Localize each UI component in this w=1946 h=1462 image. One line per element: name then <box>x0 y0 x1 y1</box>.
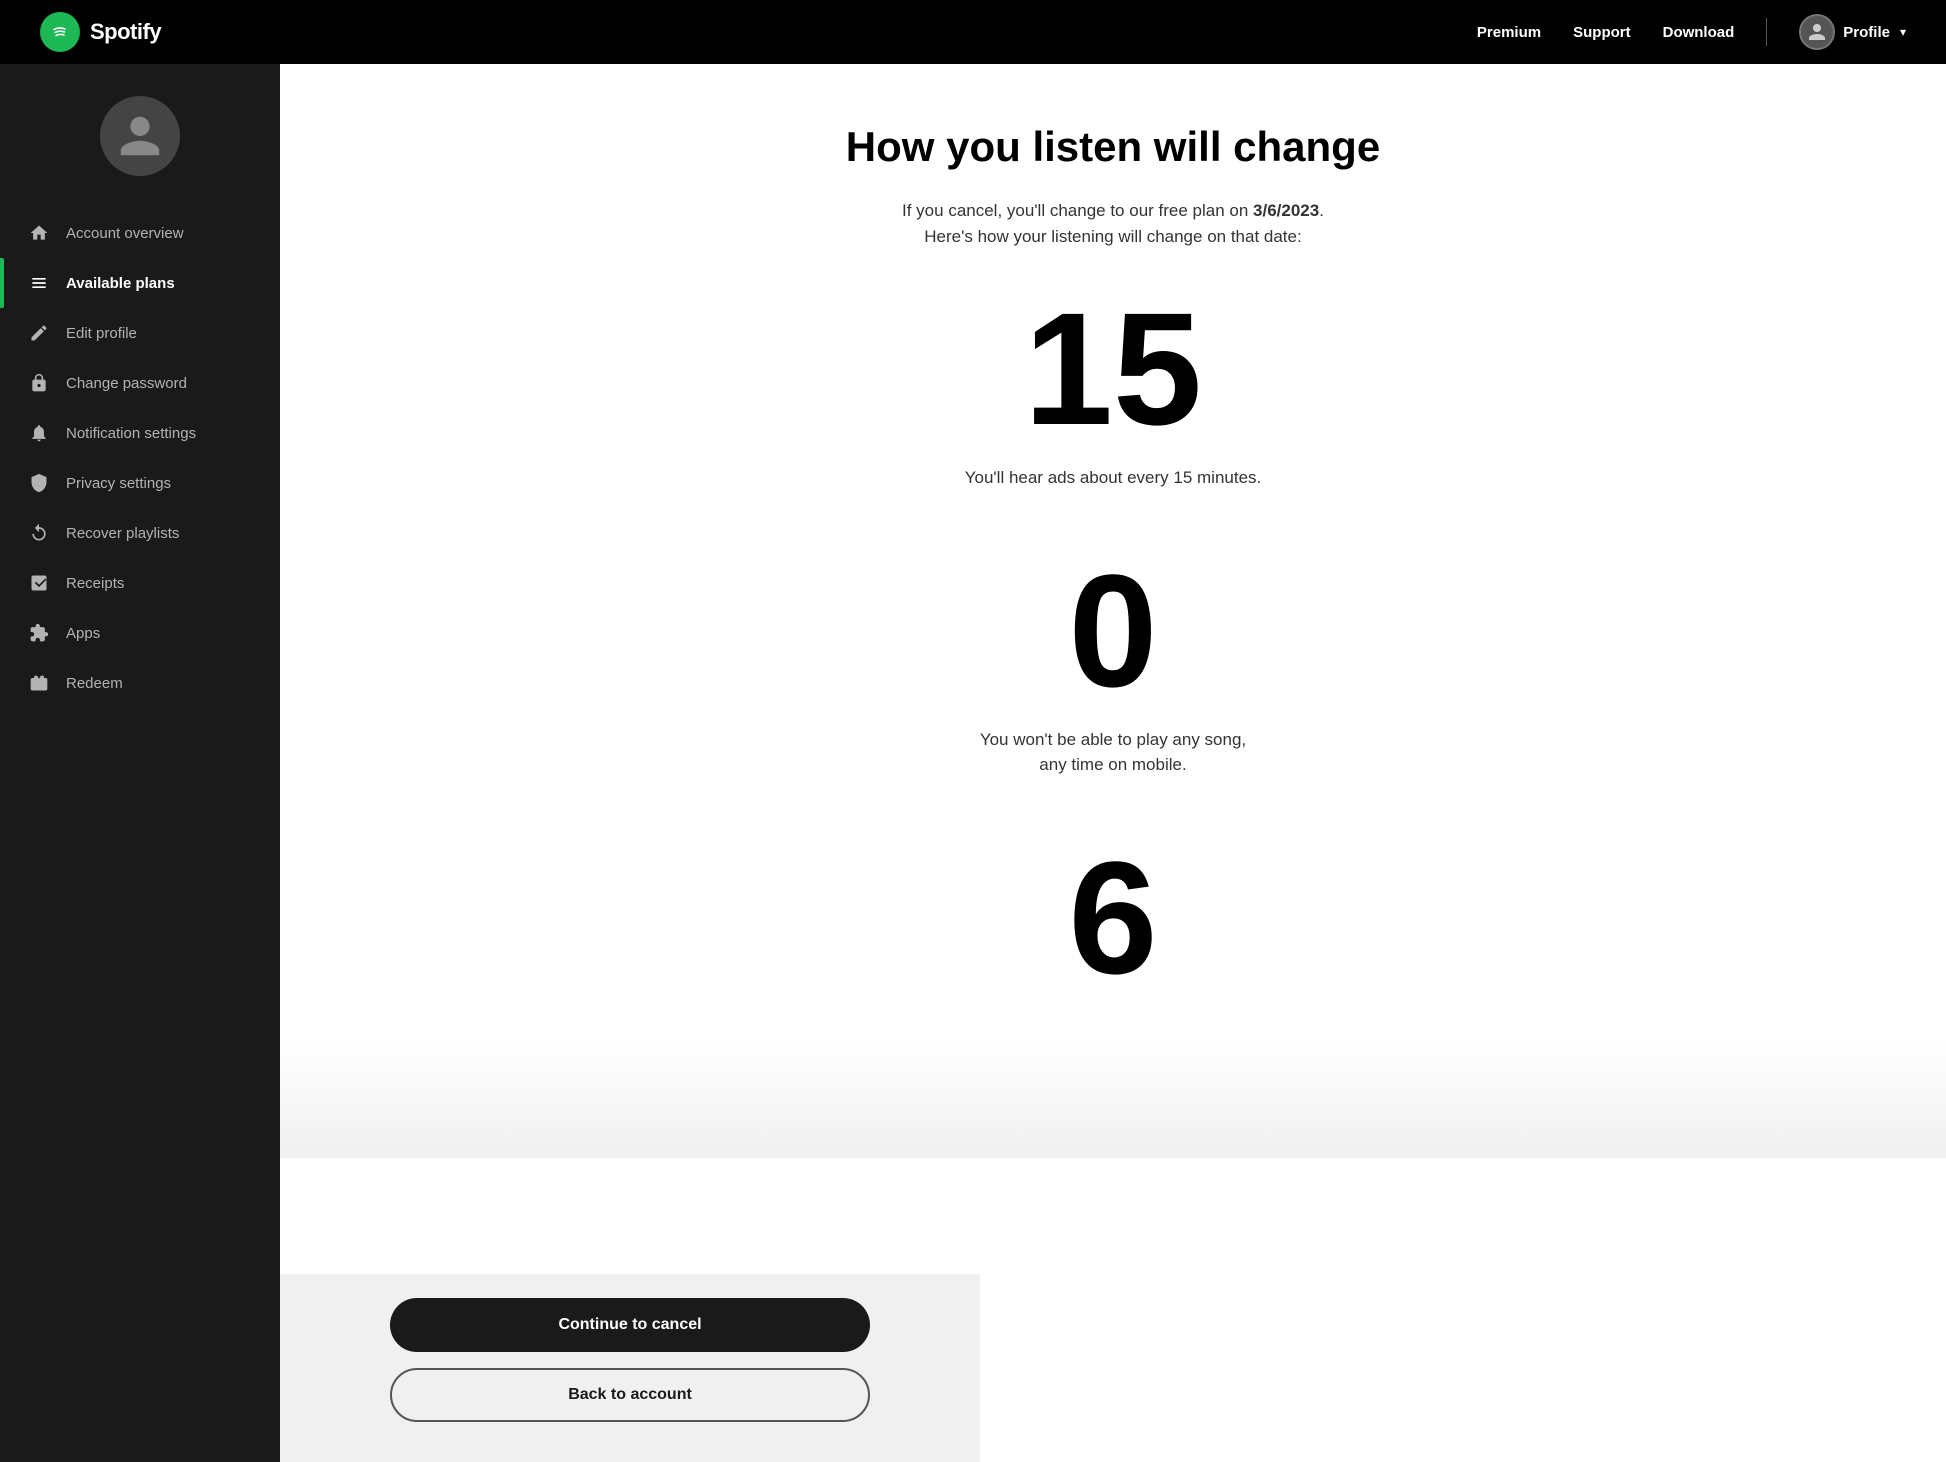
spotify-logo-icon <box>40 12 80 52</box>
sidebar-item-change-password[interactable]: Change password <box>0 358 280 408</box>
nav-premium[interactable]: Premium <box>1477 24 1541 41</box>
bell-icon <box>28 422 50 444</box>
sidebar-item-edit-profile[interactable]: Edit profile <box>0 308 280 358</box>
content-wrapper: How you listen will change If you cancel… <box>280 64 1946 1462</box>
profile-menu-button[interactable]: Profile ▾ <box>1799 14 1906 50</box>
stat-number-6: 6 <box>1069 838 1158 978</box>
content-area: How you listen will change If you cancel… <box>763 64 1463 1038</box>
spotify-wordmark: Spotify <box>90 19 161 45</box>
sidebar-label-account-overview: Account overview <box>66 225 184 242</box>
fade-overlay <box>280 1038 1946 1158</box>
sidebar-item-redeem[interactable]: Redeem <box>0 658 280 708</box>
main-layout: Account overview Available plans Edit pr… <box>0 64 1946 1462</box>
sidebar-item-receipts[interactable]: Receipts <box>0 558 280 608</box>
stat-block-ads: 15 You'll hear ads about every 15 minute… <box>803 289 1423 531</box>
top-navigation: Spotify Premium Support Download Profile… <box>0 0 1946 64</box>
sidebar-item-available-plans[interactable]: Available plans <box>0 258 280 308</box>
main-content: How you listen will change If you cancel… <box>280 64 1946 1274</box>
plans-icon <box>28 272 50 294</box>
privacy-icon <box>28 472 50 494</box>
sidebar-label-recover-playlists: Recover playlists <box>66 525 179 542</box>
sidebar-label-apps: Apps <box>66 625 100 642</box>
avatar <box>100 96 180 176</box>
sidebar-nav: Account overview Available plans Edit pr… <box>0 208 280 708</box>
sidebar-label-change-password: Change password <box>66 375 187 392</box>
stat-number-15: 15 <box>1024 289 1202 449</box>
stat-block-partial: 6 <box>803 838 1423 978</box>
home-icon <box>28 222 50 244</box>
stat-description-ads: You'll hear ads about every 15 minutes. <box>965 465 1262 491</box>
sidebar-item-recover-playlists[interactable]: Recover playlists <box>0 508 280 558</box>
sidebar-item-apps[interactable]: Apps <box>0 608 280 658</box>
subtitle: If you cancel, you'll change to our free… <box>902 198 1324 249</box>
profile-avatar-icon <box>1799 14 1835 50</box>
sidebar-item-privacy-settings[interactable]: Privacy settings <box>0 458 280 508</box>
back-to-account-button[interactable]: Back to account <box>390 1368 870 1422</box>
edit-icon <box>28 322 50 344</box>
apps-icon <box>28 622 50 644</box>
receipts-icon <box>28 572 50 594</box>
sidebar-label-receipts: Receipts <box>66 575 124 592</box>
redeem-icon <box>28 672 50 694</box>
sidebar-label-available-plans: Available plans <box>66 275 175 292</box>
stat-description-mobile: You won't be able to play any song,any t… <box>980 727 1246 778</box>
subtitle-text: If you cancel, you'll change to our free… <box>902 201 1253 220</box>
sidebar-item-account-overview[interactable]: Account overview <box>0 208 280 258</box>
profile-label: Profile <box>1843 24 1890 41</box>
stat-block-mobile: 0 You won't be able to play any song,any… <box>803 551 1423 818</box>
subtitle-date: 3/6/2023 <box>1253 201 1319 220</box>
stat-number-0: 0 <box>1069 551 1158 711</box>
nav-links: Premium Support Download Profile ▾ <box>1477 14 1906 50</box>
nav-support[interactable]: Support <box>1573 24 1631 41</box>
sidebar-item-notification-settings[interactable]: Notification settings <box>0 408 280 458</box>
sidebar-label-notification-settings: Notification settings <box>66 425 196 442</box>
nav-download[interactable]: Download <box>1663 24 1735 41</box>
sidebar-label-redeem: Redeem <box>66 675 123 692</box>
lock-icon <box>28 372 50 394</box>
sidebar: Account overview Available plans Edit pr… <box>0 64 280 1462</box>
sidebar-label-edit-profile: Edit profile <box>66 325 137 342</box>
page-title: How you listen will change <box>846 124 1380 170</box>
chevron-down-icon: ▾ <box>1900 25 1906 39</box>
spotify-logo[interactable]: Spotify <box>40 12 161 52</box>
nav-divider <box>1766 18 1767 46</box>
bottom-actions: Continue to cancel Back to account <box>280 1274 980 1462</box>
sidebar-label-privacy-settings: Privacy settings <box>66 475 171 492</box>
recover-icon <box>28 522 50 544</box>
continue-to-cancel-button[interactable]: Continue to cancel <box>390 1298 870 1352</box>
